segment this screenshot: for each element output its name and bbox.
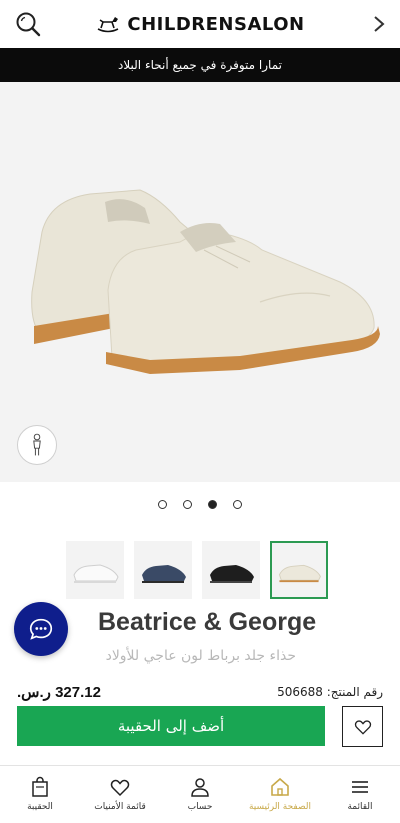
tab-wishlist[interactable]: قائمة الأمنيات bbox=[80, 766, 160, 823]
tab-label: حساب bbox=[187, 802, 213, 812]
thumbnail-navy-shoes[interactable] bbox=[134, 541, 192, 599]
tab-label: الصفحة الرئيسية bbox=[248, 802, 312, 812]
add-to-bag-button[interactable]: أضف إلى الحقيبة bbox=[17, 706, 325, 746]
carousel-dot[interactable] bbox=[233, 500, 242, 509]
carousel-dot[interactable] bbox=[208, 500, 217, 509]
bottom-tab-bar: الحقيبة قائمة الأمنيات حساب الصفحة الرئي… bbox=[0, 765, 400, 823]
carousel-dot[interactable] bbox=[183, 500, 192, 509]
product-name: حذاء جلد برباط لون عاجي للأولاد bbox=[105, 648, 296, 664]
tab-account[interactable]: حساب bbox=[160, 766, 240, 823]
tab-label: قائمة الأمنيات bbox=[94, 802, 146, 812]
heart-icon bbox=[110, 779, 130, 797]
tab-menu[interactable]: القائمة bbox=[320, 766, 400, 823]
shoes-image bbox=[31, 189, 380, 374]
product-price: 327.12 ر.س. bbox=[17, 684, 101, 701]
home-icon bbox=[271, 777, 289, 796]
thumbnail-ivory-shoes[interactable] bbox=[270, 541, 328, 599]
child-figure-icon bbox=[33, 433, 41, 456]
product-image[interactable] bbox=[0, 82, 400, 482]
tab-label: القائمة bbox=[347, 802, 373, 812]
app-header: CHILDRENSALON bbox=[0, 0, 400, 48]
menu-icon bbox=[352, 781, 368, 793]
chat-button[interactable] bbox=[14, 602, 68, 656]
product-brand[interactable]: Beatrice & George bbox=[98, 608, 316, 637]
thumbnail-white-shoes[interactable] bbox=[66, 541, 124, 599]
tab-bag[interactable]: الحقيبة bbox=[0, 766, 80, 823]
carousel-dot[interactable] bbox=[158, 500, 167, 509]
carousel-dots bbox=[0, 500, 400, 514]
chat-bubble-icon bbox=[29, 618, 53, 640]
thumbnail-strip bbox=[66, 541, 336, 601]
chevron-right-icon[interactable] bbox=[372, 14, 386, 34]
brand-logo[interactable]: CHILDRENSALON bbox=[95, 14, 304, 35]
tab-label: الحقيبة bbox=[27, 802, 53, 812]
price-row: 327.12 ر.س. رقم المنتج: 506688 bbox=[0, 683, 400, 703]
promo-banner[interactable]: تمارا متوفرة في جميع أنحاء البلاد bbox=[0, 48, 400, 82]
bag-icon bbox=[32, 776, 48, 797]
add-to-wishlist-button[interactable] bbox=[342, 706, 383, 747]
tab-home[interactable]: الصفحة الرئيسية bbox=[240, 766, 320, 823]
product-sku: رقم المنتج: 506688 bbox=[277, 685, 383, 699]
thumbnail-black-shoes[interactable] bbox=[202, 541, 260, 599]
brand-name: CHILDRENSALON bbox=[127, 13, 305, 35]
rocking-horse-icon bbox=[98, 17, 119, 33]
heart-icon bbox=[354, 719, 371, 735]
search-icon[interactable] bbox=[14, 10, 42, 38]
size-guide-model-button[interactable] bbox=[17, 425, 57, 465]
promo-banner-text: تمارا متوفرة في جميع أنحاء البلاد bbox=[118, 58, 282, 72]
user-icon bbox=[191, 778, 209, 797]
